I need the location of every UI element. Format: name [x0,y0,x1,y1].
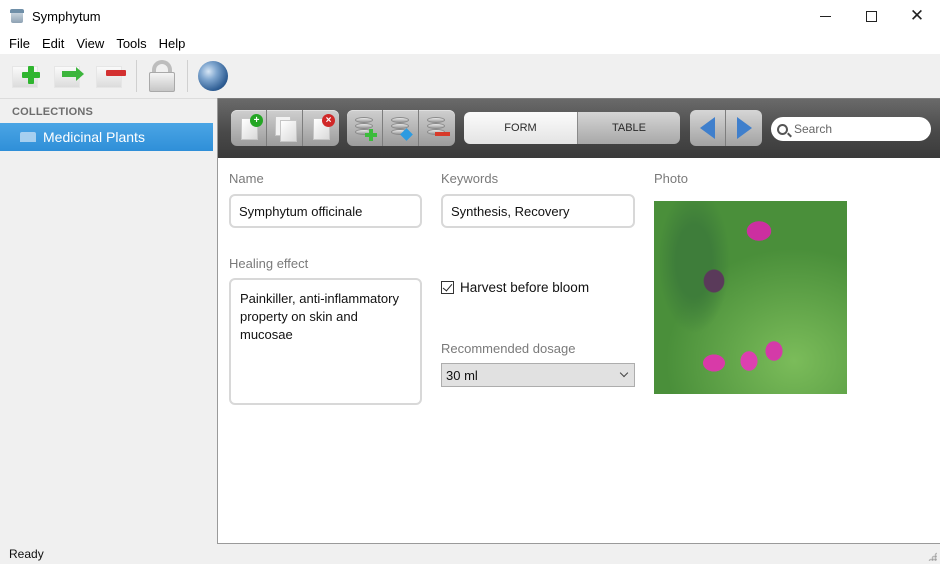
duplicate-collection-button[interactable] [50,58,88,94]
window-title: Symphytum [32,8,101,24]
dosage-select[interactable]: 30 ml [441,363,635,387]
previous-record-button[interactable] [690,110,726,146]
view-toolbar: + × FORM TABLE Search [218,98,940,158]
toolbar-separator [136,60,137,92]
app-icon [10,9,24,23]
search-icon [777,123,788,135]
keywords-value: Synthesis, Recovery [451,203,570,219]
record-navigation [690,110,762,146]
maximize-icon [865,10,877,22]
tab-form[interactable]: FORM [464,112,577,144]
modify-field-button[interactable] [383,110,419,146]
healing-effect-value: Painkiller, anti-inflammatory property o… [240,291,399,342]
plant-photo[interactable] [654,201,847,394]
healing-effect-label: Healing effect [229,256,309,271]
collections-sidebar: COLLECTIONS Medicinal Plants [0,98,217,544]
menu-bar: File Edit View Tools Help [0,32,940,54]
sidebar-header: COLLECTIONS [12,106,94,118]
name-field[interactable]: Symphytum officinale [229,194,422,228]
delete-field-button[interactable] [419,110,455,146]
menu-edit[interactable]: Edit [36,36,70,51]
chevron-down-icon [619,368,629,378]
keywords-field[interactable]: Synthesis, Recovery [441,194,635,228]
lock-button[interactable] [143,58,181,94]
photo-label: Photo [654,171,688,186]
collection-icon [20,132,36,142]
next-record-button[interactable] [726,110,762,146]
name-label: Name [229,171,264,186]
search-input[interactable] [794,122,914,136]
dosage-value: 30 ml [446,367,478,383]
new-collection-button[interactable] [8,58,46,94]
globe-icon [198,61,228,91]
status-text: Ready [9,547,44,561]
toolbar-separator [187,60,188,92]
add-field-button[interactable] [347,110,383,146]
search-box [771,117,931,141]
resize-grip-icon[interactable] [928,552,937,561]
main-toolbar [0,54,940,98]
sidebar-item-label: Medicinal Plants [43,129,145,145]
arrow-right-icon [736,117,752,139]
harvest-label: Harvest before bloom [460,280,590,295]
harvest-checkbox[interactable] [441,281,454,294]
status-bar: Ready [0,544,940,564]
title-bar: Symphytum ✕ [0,0,940,32]
close-icon: ✕ [909,6,925,25]
menu-tools[interactable]: Tools [110,36,152,51]
new-record-button[interactable]: + [231,110,267,146]
menu-file[interactable]: File [3,36,36,51]
menu-help[interactable]: Help [153,36,192,51]
keywords-label: Keywords [441,171,499,186]
view-mode-switch: FORM TABLE [464,112,680,144]
record-button-group: + × [231,110,339,146]
sidebar-item-medicinal-plants[interactable]: Medicinal Plants [0,123,213,151]
close-button[interactable]: ✕ [894,0,940,32]
dosage-label: Recommended dosage [441,341,576,356]
sync-button[interactable] [194,58,232,94]
name-value: Symphytum officinale [239,203,363,219]
delete-record-button[interactable]: × [303,110,339,146]
menu-view[interactable]: View [70,36,110,51]
minimize-icon [819,15,831,17]
arrow-left-icon [700,117,715,139]
tab-table[interactable]: TABLE [577,112,680,144]
harvest-checkbox-row[interactable]: Harvest before bloom [441,280,589,295]
delete-collection-button[interactable] [92,58,130,94]
field-button-group [347,110,455,146]
healing-effect-field[interactable]: Painkiller, anti-inflammatory property o… [229,278,422,405]
minimize-button[interactable] [802,0,848,32]
duplicate-record-button[interactable] [267,110,303,146]
content-panel: + × FORM TABLE Search Name Symphytum off… [217,98,940,544]
maximize-button[interactable] [848,0,894,32]
